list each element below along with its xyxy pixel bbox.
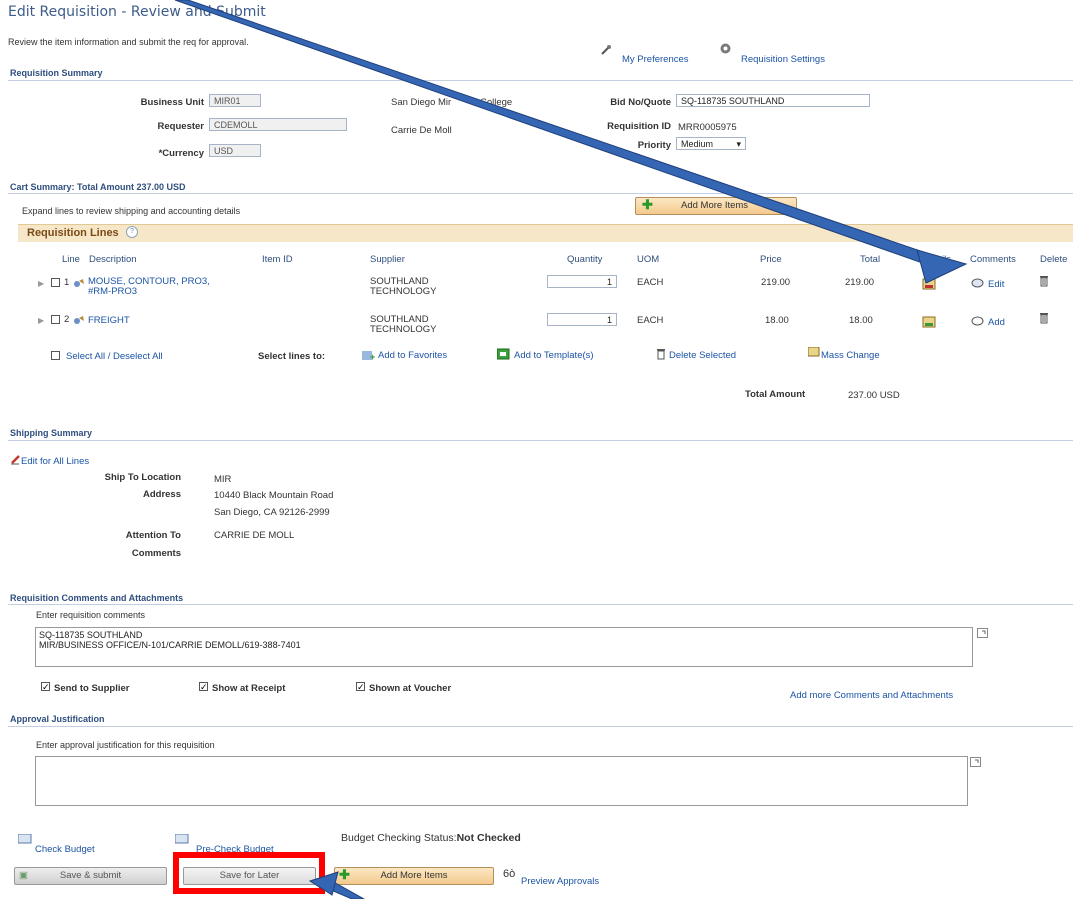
annotation-arrows bbox=[174, 0, 968, 899]
